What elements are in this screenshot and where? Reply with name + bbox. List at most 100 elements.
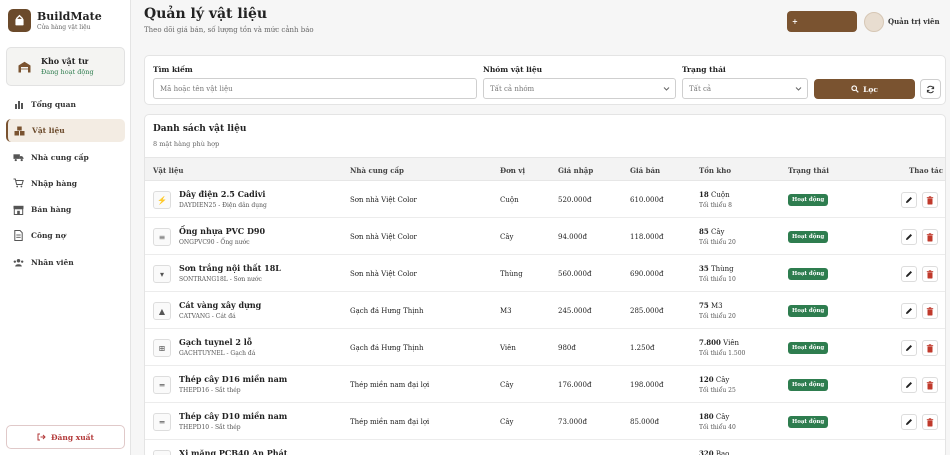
search-label: Tìm kiếm [153, 65, 193, 74]
material-name[interactable]: Cát vàng xây dựng [179, 300, 261, 310]
delete-button[interactable] [922, 414, 938, 430]
pencil-icon [906, 345, 912, 351]
search-placeholder: Mã hoặc tên vật liệu [160, 84, 233, 93]
sidebar-item-3[interactable]: Nhập hàng [6, 172, 125, 195]
logout-icon [37, 433, 46, 441]
material-name[interactable]: Dây điện 2.5 Cadivi [179, 189, 265, 199]
edit-button[interactable] [901, 229, 917, 245]
warehouse-icon [17, 60, 31, 74]
trash-icon [926, 380, 934, 389]
edit-button[interactable] [901, 303, 917, 319]
cost-cell: 176.000đ [558, 381, 592, 389]
sidebar-item-2[interactable]: Nhà cung cấp [6, 146, 125, 169]
stock-quantity: 320 Bao [699, 449, 729, 455]
table-body: ⚡ Dây điện 2.5 Cadivi DAYDIEN25 - Điện dân… [145, 181, 945, 455]
trash-icon [926, 306, 934, 315]
delete-button[interactable] [922, 303, 938, 319]
table-count: 8 mặt hàng phù hợp [153, 140, 220, 148]
logout-button[interactable]: Đăng xuất [6, 425, 125, 449]
cost-cell: 94.000đ [558, 233, 587, 241]
cost-cell: 560.000đ [558, 270, 592, 278]
material-name[interactable]: Xi măng PCB40 An Phát [179, 448, 287, 455]
material-code: THEPD16 - Sắt thép [179, 387, 241, 394]
table-row: ═ Thép cây D16 miền nam THEPD16 - Sắt thép… [145, 366, 945, 403]
group-select[interactable]: Tất cả nhóm [483, 78, 676, 99]
document-icon [13, 230, 24, 242]
supplier-cell: Gạch đá Hưng Thịnh [350, 344, 424, 352]
status-badge: Hoạt động [788, 379, 829, 391]
material-icon: ═ [153, 413, 171, 431]
stock-minimum: Tối thiểu 8 [699, 202, 732, 209]
admin-profile[interactable]: Quản trị viên [864, 11, 940, 32]
search-icon [851, 85, 859, 93]
status-badge: Hoạt động [788, 342, 829, 354]
delete-button[interactable] [922, 377, 938, 393]
stock-qty-number: 120 [699, 375, 714, 384]
unit-cell: Cuộn [500, 196, 519, 204]
filter-button[interactable]: Lọc [814, 79, 915, 99]
sidebar-item-5[interactable]: Công nợ [6, 224, 125, 247]
sidebar-item-4[interactable]: Bán hàng [6, 198, 125, 221]
supplier-cell: Thép miền nam đại lợi [350, 418, 430, 426]
table-row: ⚡ Dây điện 2.5 Cadivi DAYDIEN25 - Điện dân… [145, 181, 945, 218]
delete-button[interactable] [922, 266, 938, 282]
brand[interactable]: BuildMate Cửa hàng vật liệu [8, 9, 102, 32]
material-name[interactable]: Ống nhựa PVC D90 [179, 226, 265, 236]
material-name[interactable]: Thép cây D16 miền nam [179, 374, 287, 384]
price-cell: 118.000đ [630, 233, 664, 241]
stock-qty-number: 18 [699, 190, 709, 199]
cost-cell: 520.000đ [558, 196, 592, 204]
price-cell: 610.000đ [630, 196, 664, 204]
stock-qty-unit: Cây [710, 228, 725, 236]
material-name[interactable]: Thép cây D10 miền nam [179, 411, 287, 421]
search-input[interactable]: Mã hoặc tên vật liệu [153, 78, 477, 99]
table-row: ≡ Ống nhựa PVC D90 ONGPVC90 - Ống nước Sơn … [145, 218, 945, 255]
unit-cell: Cây [500, 233, 514, 241]
reset-button[interactable] [920, 79, 941, 99]
sidebar-item-label: Công nợ [31, 231, 66, 241]
trash-icon [926, 195, 934, 204]
cost-cell: 980đ [558, 344, 576, 352]
delete-button[interactable] [922, 340, 938, 356]
material-code: GACHTUYNEL - Gạch đá [179, 350, 256, 357]
sidebar-item-0[interactable]: Tổng quan [6, 93, 125, 116]
edit-button[interactable] [901, 377, 917, 393]
status-badge: Hoạt động [788, 268, 829, 280]
stock-quantity: 35 Thùng [699, 264, 734, 273]
material-name[interactable]: Gạch tuynel 2 lỗ [179, 337, 252, 347]
admin-name: Quản trị viên [888, 17, 940, 26]
edit-button[interactable] [901, 266, 917, 282]
store-card[interactable]: Kho vật tư Đang hoạt động [6, 47, 125, 86]
sidebar-item-6[interactable]: Nhân viên [6, 251, 125, 274]
status-badge: Hoạt động [788, 194, 829, 206]
status-select[interactable]: Tất cả [682, 78, 808, 99]
store-icon [13, 204, 24, 215]
table-row: ▾ Sơn trắng nội thất 18L SONTRANG18L - Sơn… [145, 255, 945, 292]
material-code: ONGPVC90 - Ống nước [179, 239, 250, 246]
edit-button[interactable] [901, 192, 917, 208]
sidebar: BuildMate Cửa hàng vật liệu Kho vật tư Đ… [0, 0, 131, 455]
column-header: Tồn kho [699, 166, 732, 175]
add-material-button[interactable]: + [787, 11, 857, 32]
material-name[interactable]: Sơn trắng nội thất 18L [179, 263, 281, 273]
stock-minimum: Tối thiểu 40 [699, 424, 736, 431]
stock-quantity: 18 Cuộn [699, 190, 730, 199]
table-row: ▣ Xi măng PCB40 An Phát 320 Bao [145, 440, 945, 455]
pencil-icon [906, 234, 912, 240]
sidebar-item-label: Tổng quan [31, 100, 76, 109]
material-code: DAYDIEN25 - Điện dân dụng [179, 202, 267, 209]
truck-icon [13, 152, 24, 163]
brand-logo-icon [8, 9, 31, 32]
material-icon: ⊞ [153, 339, 171, 357]
delete-button[interactable] [922, 192, 938, 208]
trash-icon [926, 343, 934, 352]
material-icon: ⚡ [153, 191, 171, 209]
edit-button[interactable] [901, 414, 917, 430]
table-row: ▲ Cát vàng xây dựng CATVANG - Cát đá Gạch đ… [145, 292, 945, 329]
brand-subtitle: Cửa hàng vật liệu [37, 23, 91, 31]
sidebar-item-1[interactable]: Vật liệu [6, 119, 125, 143]
edit-button[interactable] [901, 340, 917, 356]
delete-button[interactable] [922, 229, 938, 245]
pencil-icon [906, 419, 912, 425]
supplier-cell: Gạch đá Hưng Thịnh [350, 307, 424, 315]
